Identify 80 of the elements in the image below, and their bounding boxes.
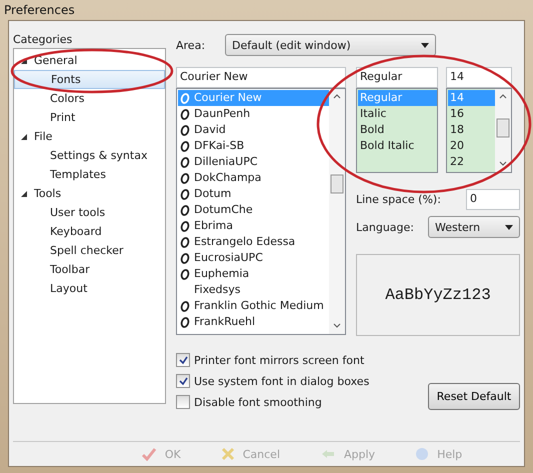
style-list[interactable]: Regular Italic Bold Bold Italic: [356, 88, 438, 173]
check-icon: [140, 447, 157, 461]
scrollbar[interactable]: [495, 89, 511, 172]
cross-icon: [220, 447, 235, 461]
area-dropdown[interactable]: Default (edit window): [225, 34, 436, 56]
tree-item[interactable]: Settings & syntax: [14, 146, 165, 165]
tree-item[interactable]: File: [14, 127, 165, 146]
font-type-icon: [180, 92, 190, 104]
tree-item[interactable]: User tools: [14, 203, 165, 222]
font-item[interactable]: Franklin Gothic Medium: [178, 298, 329, 314]
checkbox-label[interactable]: Use system font in dialog boxes: [194, 374, 370, 388]
window-title: Preferences: [4, 2, 76, 19]
tree-item[interactable]: Keyboard: [14, 222, 165, 241]
size-field[interactable]: 14: [446, 67, 512, 88]
language-label: Language:: [356, 220, 414, 234]
font-item[interactable]: DokChampa: [178, 170, 329, 186]
font-type-icon: [180, 316, 190, 328]
tree-item[interactable]: Tools: [14, 184, 165, 203]
tree-item[interactable]: Toolbar: [14, 260, 165, 279]
checkbox-label[interactable]: Printer font mirrors screen font: [194, 354, 364, 366]
style-field[interactable]: Regular: [356, 67, 438, 88]
expander-icon[interactable]: [20, 132, 28, 140]
font-name-field[interactable]: Courier New: [176, 67, 346, 88]
scrollbar[interactable]: [329, 89, 345, 334]
font-item[interactable]: Euphemia: [178, 266, 329, 282]
font-type-icon: [180, 220, 190, 232]
font-item[interactable]: EucrosiaUPC: [178, 250, 329, 266]
size-list[interactable]: 14 16 18 20 22: [446, 88, 512, 173]
style-item[interactable]: Bold Italic: [358, 138, 437, 154]
checkbox-label[interactable]: Disable font smoothing: [194, 396, 322, 408]
font-item[interactable]: DaunPenh: [178, 106, 329, 122]
font-type-icon: [180, 300, 190, 312]
size-item[interactable]: 20: [448, 138, 495, 154]
font-type-icon: [180, 236, 190, 248]
tree-item[interactable]: Fonts: [14, 70, 165, 89]
font-type-icon: [180, 268, 190, 280]
categories-label: Categories: [13, 33, 74, 46]
font-type-icon: [180, 124, 190, 136]
font-preview: AaBbYyZz123: [356, 254, 520, 336]
font-type-icon: [180, 172, 190, 184]
line-space-field[interactable]: 0: [466, 189, 520, 210]
size-item[interactable]: 18: [448, 122, 495, 138]
tree-item[interactable]: Print: [14, 108, 165, 127]
caret-icon: [505, 224, 513, 230]
checkbox[interactable]: [176, 395, 190, 409]
font-type-icon: [180, 156, 190, 168]
tree-item[interactable]: General: [14, 51, 165, 70]
style-item[interactable]: Italic: [358, 106, 437, 122]
font-item[interactable]: Estrangelo Edessa: [178, 234, 329, 250]
font-item[interactable]: Fixedsys: [178, 282, 329, 298]
line-space-label: Line space (%):: [356, 193, 441, 206]
font-item[interactable]: DFKai-SB: [178, 138, 329, 154]
caret-icon: [421, 42, 430, 48]
tree-item[interactable]: Templates: [14, 165, 165, 184]
font-item[interactable]: DotumChe: [178, 202, 329, 218]
font-list[interactable]: Courier New DaunPenh David DFKai-SB DilleniaUPC DokChampa Dotum DotumChe Ebrima Estrangelo Edessa EucrosiaUPC Euphemia Fixedsys Franklin Gothic Medium FrankRuehl: [176, 88, 346, 335]
font-item[interactable]: DilleniaUPC: [178, 154, 329, 170]
font-item[interactable]: David: [178, 122, 329, 138]
checkbox[interactable]: [176, 374, 190, 388]
expander-icon[interactable]: [20, 190, 28, 198]
tree-item[interactable]: Colors: [14, 89, 165, 108]
font-type-icon: [180, 188, 190, 200]
font-type-icon: [180, 140, 190, 152]
help-icon: [415, 447, 430, 461]
font-type-icon: [180, 108, 190, 120]
reset-default-button[interactable]: Reset Default: [428, 383, 520, 410]
font-item[interactable]: FrankRuehl: [178, 314, 329, 330]
tree-item[interactable]: Layout: [14, 279, 165, 298]
language-dropdown[interactable]: Western: [428, 216, 520, 238]
tree-item[interactable]: Spell checker: [14, 241, 165, 260]
font-item[interactable]: Ebrima: [178, 218, 329, 234]
font-type-icon: [180, 204, 190, 216]
checkbox[interactable]: [176, 353, 190, 367]
area-label: Area:: [176, 38, 206, 52]
style-item[interactable]: Bold: [358, 122, 437, 138]
arrow-icon: [320, 448, 336, 460]
size-item[interactable]: 16: [448, 106, 495, 122]
size-item[interactable]: 22: [448, 154, 495, 170]
font-type-icon: [180, 252, 190, 264]
font-item[interactable]: Dotum: [178, 186, 329, 202]
